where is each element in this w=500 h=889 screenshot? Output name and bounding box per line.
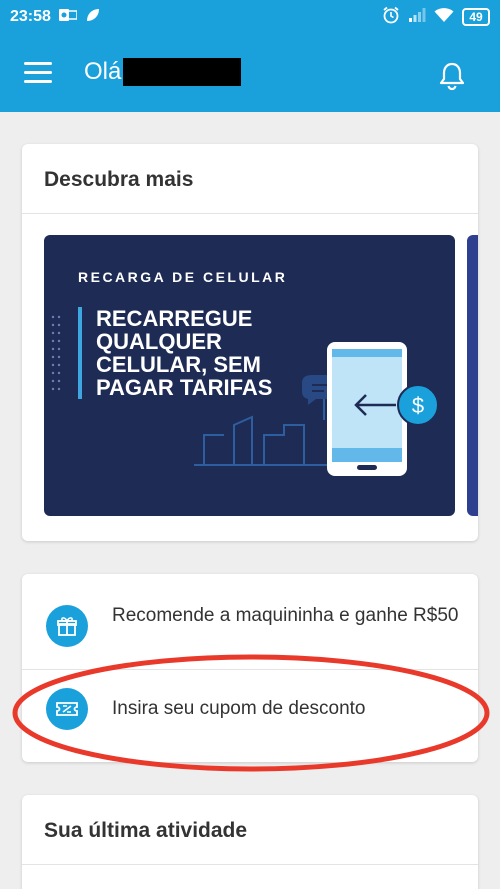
redacted-username	[123, 58, 242, 86]
bell-icon	[439, 62, 465, 91]
greeting-text: Olá	[84, 58, 122, 85]
leaf-notification-icon	[85, 7, 101, 28]
greeting: Olá	[84, 58, 242, 86]
status-bar: 23:58 49	[0, 0, 500, 34]
menu-icon	[24, 62, 52, 65]
notifications-button[interactable]	[436, 60, 468, 92]
next-banner-peek[interactable]	[467, 235, 478, 516]
menu-button[interactable]	[24, 62, 52, 84]
wifi-icon	[434, 7, 454, 28]
discover-card: Descubra mais RECARGA DE CELULAR RECARRE…	[22, 144, 478, 541]
app-bar: Olá	[0, 34, 500, 112]
phone-recharge-banner[interactable]: RECARGA DE CELULAR RECARREGUE QUALQUER C…	[44, 235, 455, 516]
alarm-icon	[382, 6, 400, 29]
list-item-label: Recomende a maquininha e ganhe R$50	[112, 605, 459, 626]
ticket-icon	[46, 688, 88, 730]
phone-illustration	[327, 342, 407, 476]
actions-card: Recomende a maquininha e ganhe R$50 Insi…	[22, 574, 478, 762]
discover-title: Descubra mais	[22, 144, 478, 214]
gift-icon	[46, 605, 88, 647]
list-item-coupon[interactable]: Insira seu cupom de desconto	[22, 670, 478, 762]
activity-card: Sua última atividade	[22, 795, 478, 889]
status-time: 23:58	[10, 8, 51, 25]
signal-icon	[408, 7, 426, 28]
list-item-label: Insira seu cupom de desconto	[112, 698, 366, 719]
phone-recharge-illustration: $	[194, 342, 439, 476]
dot-pattern-decoration	[51, 315, 61, 391]
battery-indicator: 49	[462, 8, 490, 26]
banner-tag: RECARGA DE CELULAR	[78, 269, 288, 285]
list-item-referral[interactable]: Recomende a maquininha e ganhe R$50	[22, 574, 478, 670]
outlook-notification-icon	[58, 8, 78, 27]
svg-text:$: $	[412, 393, 424, 418]
activity-title: Sua última atividade	[22, 795, 478, 865]
